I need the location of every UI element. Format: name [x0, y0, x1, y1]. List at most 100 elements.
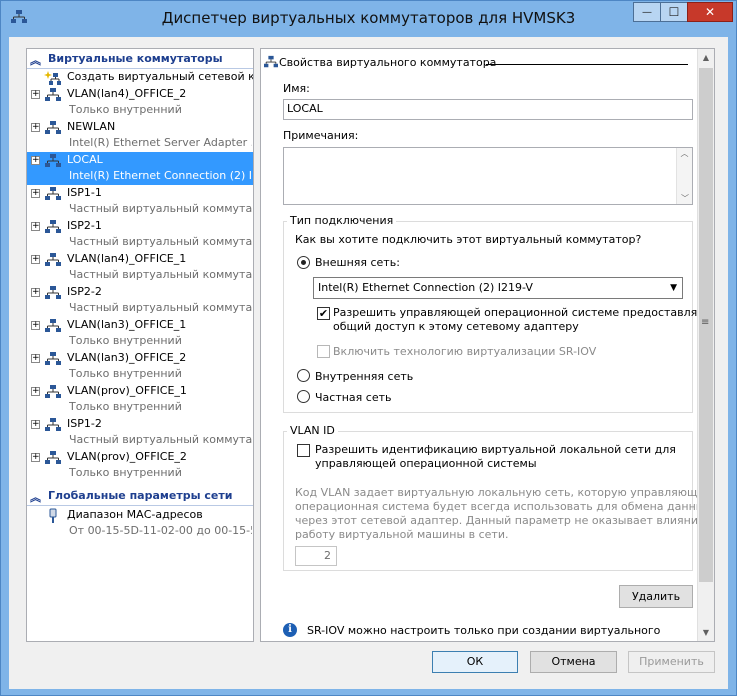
switch-name: VLAN(prov)_OFFICE_2 [67, 450, 187, 463]
switch-name: VLAN(prov)_OFFICE_1 [67, 384, 187, 397]
apply-button[interactable]: Применить [628, 651, 715, 673]
vlan-id-title: VLAN ID [287, 424, 338, 437]
header-divider [486, 64, 688, 65]
vlan-id-input[interactable]: 2 [295, 546, 337, 566]
switch-name: NEWLAN [67, 120, 116, 133]
sriov-info-text: SR-IOV можно настроить только при создан… [307, 624, 661, 637]
switch-type: Частный виртуальный коммутатор [69, 301, 252, 314]
info-icon: i [283, 623, 297, 637]
expand-icon[interactable]: + [31, 90, 40, 99]
switch-item[interactable]: + ISP2-2 Частный виртуальный коммутатор [27, 284, 253, 317]
switch-item[interactable]: + VLAN(lan3)_OFFICE_2 Только внутренний [27, 350, 253, 383]
expand-icon[interactable]: + [31, 354, 40, 363]
global-settings-section[interactable]: ︽ Глобальные параметры сети [27, 489, 253, 506]
switch-properties-panel: Свойства виртуального коммутатора Имя: L… [260, 48, 715, 642]
collapse-chevron-icon[interactable]: ︽ [30, 489, 42, 505]
scroll-grip-icon: ≡ [701, 317, 710, 328]
switch-name: ISP1-1 [67, 186, 102, 199]
switch-type: Только внутренний [69, 400, 182, 413]
expand-icon[interactable]: + [31, 222, 40, 231]
maximize-button[interactable]: ☐ [660, 2, 688, 22]
name-input[interactable]: LOCAL [283, 99, 693, 120]
switch-properties-icon [264, 55, 278, 68]
delete-switch-button[interactable]: Удалить [619, 585, 693, 608]
chevron-down-icon: ▼ [670, 283, 677, 293]
expand-icon[interactable]: + [31, 420, 40, 429]
expand-icon[interactable]: + [31, 123, 40, 132]
vlan-enable-label-2: управляющей операционной системы [315, 457, 537, 470]
switch-type: Только внутренний [69, 334, 182, 347]
switch-type: Частный виртуальный коммутатор [69, 202, 252, 215]
vlan-description-3: через этот сетевой адаптер. Данный парам… [295, 514, 715, 527]
vlan-description-4: работу виртуальной машины в сети. [295, 528, 509, 541]
scroll-up-icon[interactable]: ▲ [698, 49, 714, 66]
vlan-enable-checkbox[interactable] [297, 444, 310, 457]
virtual-switch-icon [45, 385, 61, 398]
properties-scrollbar[interactable]: ▲ ≡ ▼ [697, 49, 714, 641]
internal-network-label[interactable]: Внутренняя сеть [315, 370, 413, 383]
external-network-label[interactable]: Внешняя сеть: [315, 256, 400, 269]
virtual-switch-icon [45, 319, 61, 332]
window-title: Диспетчер виртуальных коммутаторов для H… [161, 9, 576, 27]
expand-icon[interactable]: + [31, 321, 40, 330]
switch-name: VLAN(lan4)_OFFICE_1 [67, 252, 187, 265]
switch-item[interactable]: + VLAN(prov)_OFFICE_2 Только внутренний [27, 449, 253, 482]
virtual-switches-section[interactable]: ︽ Виртуальные коммутаторы [27, 52, 253, 69]
minimize-button[interactable]: — [633, 2, 661, 22]
adapter-select[interactable]: Intel(R) Ethernet Connection (2) I219-V … [313, 277, 683, 299]
expand-icon[interactable]: + [31, 156, 40, 165]
expand-icon[interactable]: + [31, 387, 40, 396]
switch-type: Intel(R) Ethernet Connection (2) I... [69, 169, 252, 182]
mac-range-item[interactable]: Диапазон МАС-адресов От 00-15-5D-11-02-0… [27, 507, 253, 540]
mac-address-icon [49, 508, 57, 523]
switch-type: Частный виртуальный коммутатор [69, 235, 252, 248]
expand-icon[interactable]: + [31, 453, 40, 462]
allow-os-sharing-checkbox[interactable]: ✔ [317, 307, 330, 320]
switch-item[interactable]: + VLAN(prov)_OFFICE_1 Только внутренний [27, 383, 253, 416]
virtual-switch-icon [45, 121, 61, 134]
switch-name: LOCAL [67, 153, 103, 166]
notes-scrollbar[interactable]: ︿ ﹀ [676, 148, 692, 204]
switch-item[interactable]: + NEWLAN Intel(R) Ethernet Server Adapter … [27, 119, 253, 152]
expand-icon[interactable]: + [31, 189, 40, 198]
virtual-switch-icon [45, 418, 61, 431]
switch-item[interactable]: + VLAN(lan4)_OFFICE_1 Частный виртуальный … [27, 251, 253, 284]
expand-icon[interactable]: + [31, 255, 40, 264]
sriov-label: Включить технологию виртуализации SR-IOV [333, 345, 597, 358]
virtual-switch-icon [45, 286, 61, 299]
switch-item[interactable]: + VLAN(lan4)_OFFICE_2 Только внутренний [27, 86, 253, 119]
scroll-down-icon[interactable]: ▼ [698, 624, 714, 641]
close-icon: ✕ [704, 5, 716, 19]
virtual-switch-icon [45, 88, 61, 101]
notes-textarea[interactable]: ︿ ﹀ [283, 147, 693, 205]
external-network-radio[interactable] [297, 256, 310, 269]
switch-type: Частный виртуальный коммутатор [69, 268, 252, 281]
switch-type: Только внутренний [69, 103, 182, 116]
mac-range-name: Диапазон МАС-адресов [67, 508, 203, 521]
close-button[interactable]: ✕ [687, 2, 733, 22]
scroll-up-icon[interactable]: ︿ [677, 148, 692, 159]
private-network-radio[interactable] [297, 390, 310, 403]
switch-type: Intel(R) Ethernet Server Adapter ... [69, 136, 252, 149]
adapter-selected-value: Intel(R) Ethernet Connection (2) I219-V [318, 281, 533, 294]
properties-header: Свойства виртуального коммутатора [279, 56, 497, 69]
ok-button[interactable]: ОК [432, 651, 518, 673]
create-switch-item[interactable]: Создать виртуальный сетевой к... [27, 69, 253, 86]
expand-icon[interactable]: + [31, 288, 40, 297]
internal-network-radio[interactable] [297, 369, 310, 382]
cancel-button[interactable]: Отмена [530, 651, 617, 673]
switch-item[interactable]: + VLAN(lan3)_OFFICE_1 Только внутренний [27, 317, 253, 350]
private-network-label[interactable]: Частная сеть [315, 391, 392, 404]
sriov-checkbox[interactable] [317, 345, 330, 358]
virtual-switch-icon [45, 253, 61, 266]
switch-item[interactable]: + ISP1-2 Частный виртуальный коммутатор [27, 416, 253, 449]
switch-item[interactable]: + LOCAL Intel(R) Ethernet Connection (2) I… [27, 152, 253, 185]
switch-tree[interactable]: ︽ Виртуальные коммутаторы Создать виртуа… [26, 48, 254, 642]
vlan-enable-label-1: Разрешить идентификацию виртуальной лока… [315, 443, 676, 456]
switch-item[interactable]: + ISP2-1 Частный виртуальный коммутатор [27, 218, 253, 251]
vlan-description-2: операционная система будет всегда исполь… [295, 500, 715, 513]
scroll-down-icon[interactable]: ﹀ [677, 193, 693, 204]
switch-item[interactable]: + ISP1-1 Частный виртуальный коммутатор [27, 185, 253, 218]
title-bar[interactable]: Диспетчер виртуальных коммутаторов для H… [1, 1, 736, 35]
collapse-chevron-icon[interactable]: ︽ [30, 52, 42, 68]
